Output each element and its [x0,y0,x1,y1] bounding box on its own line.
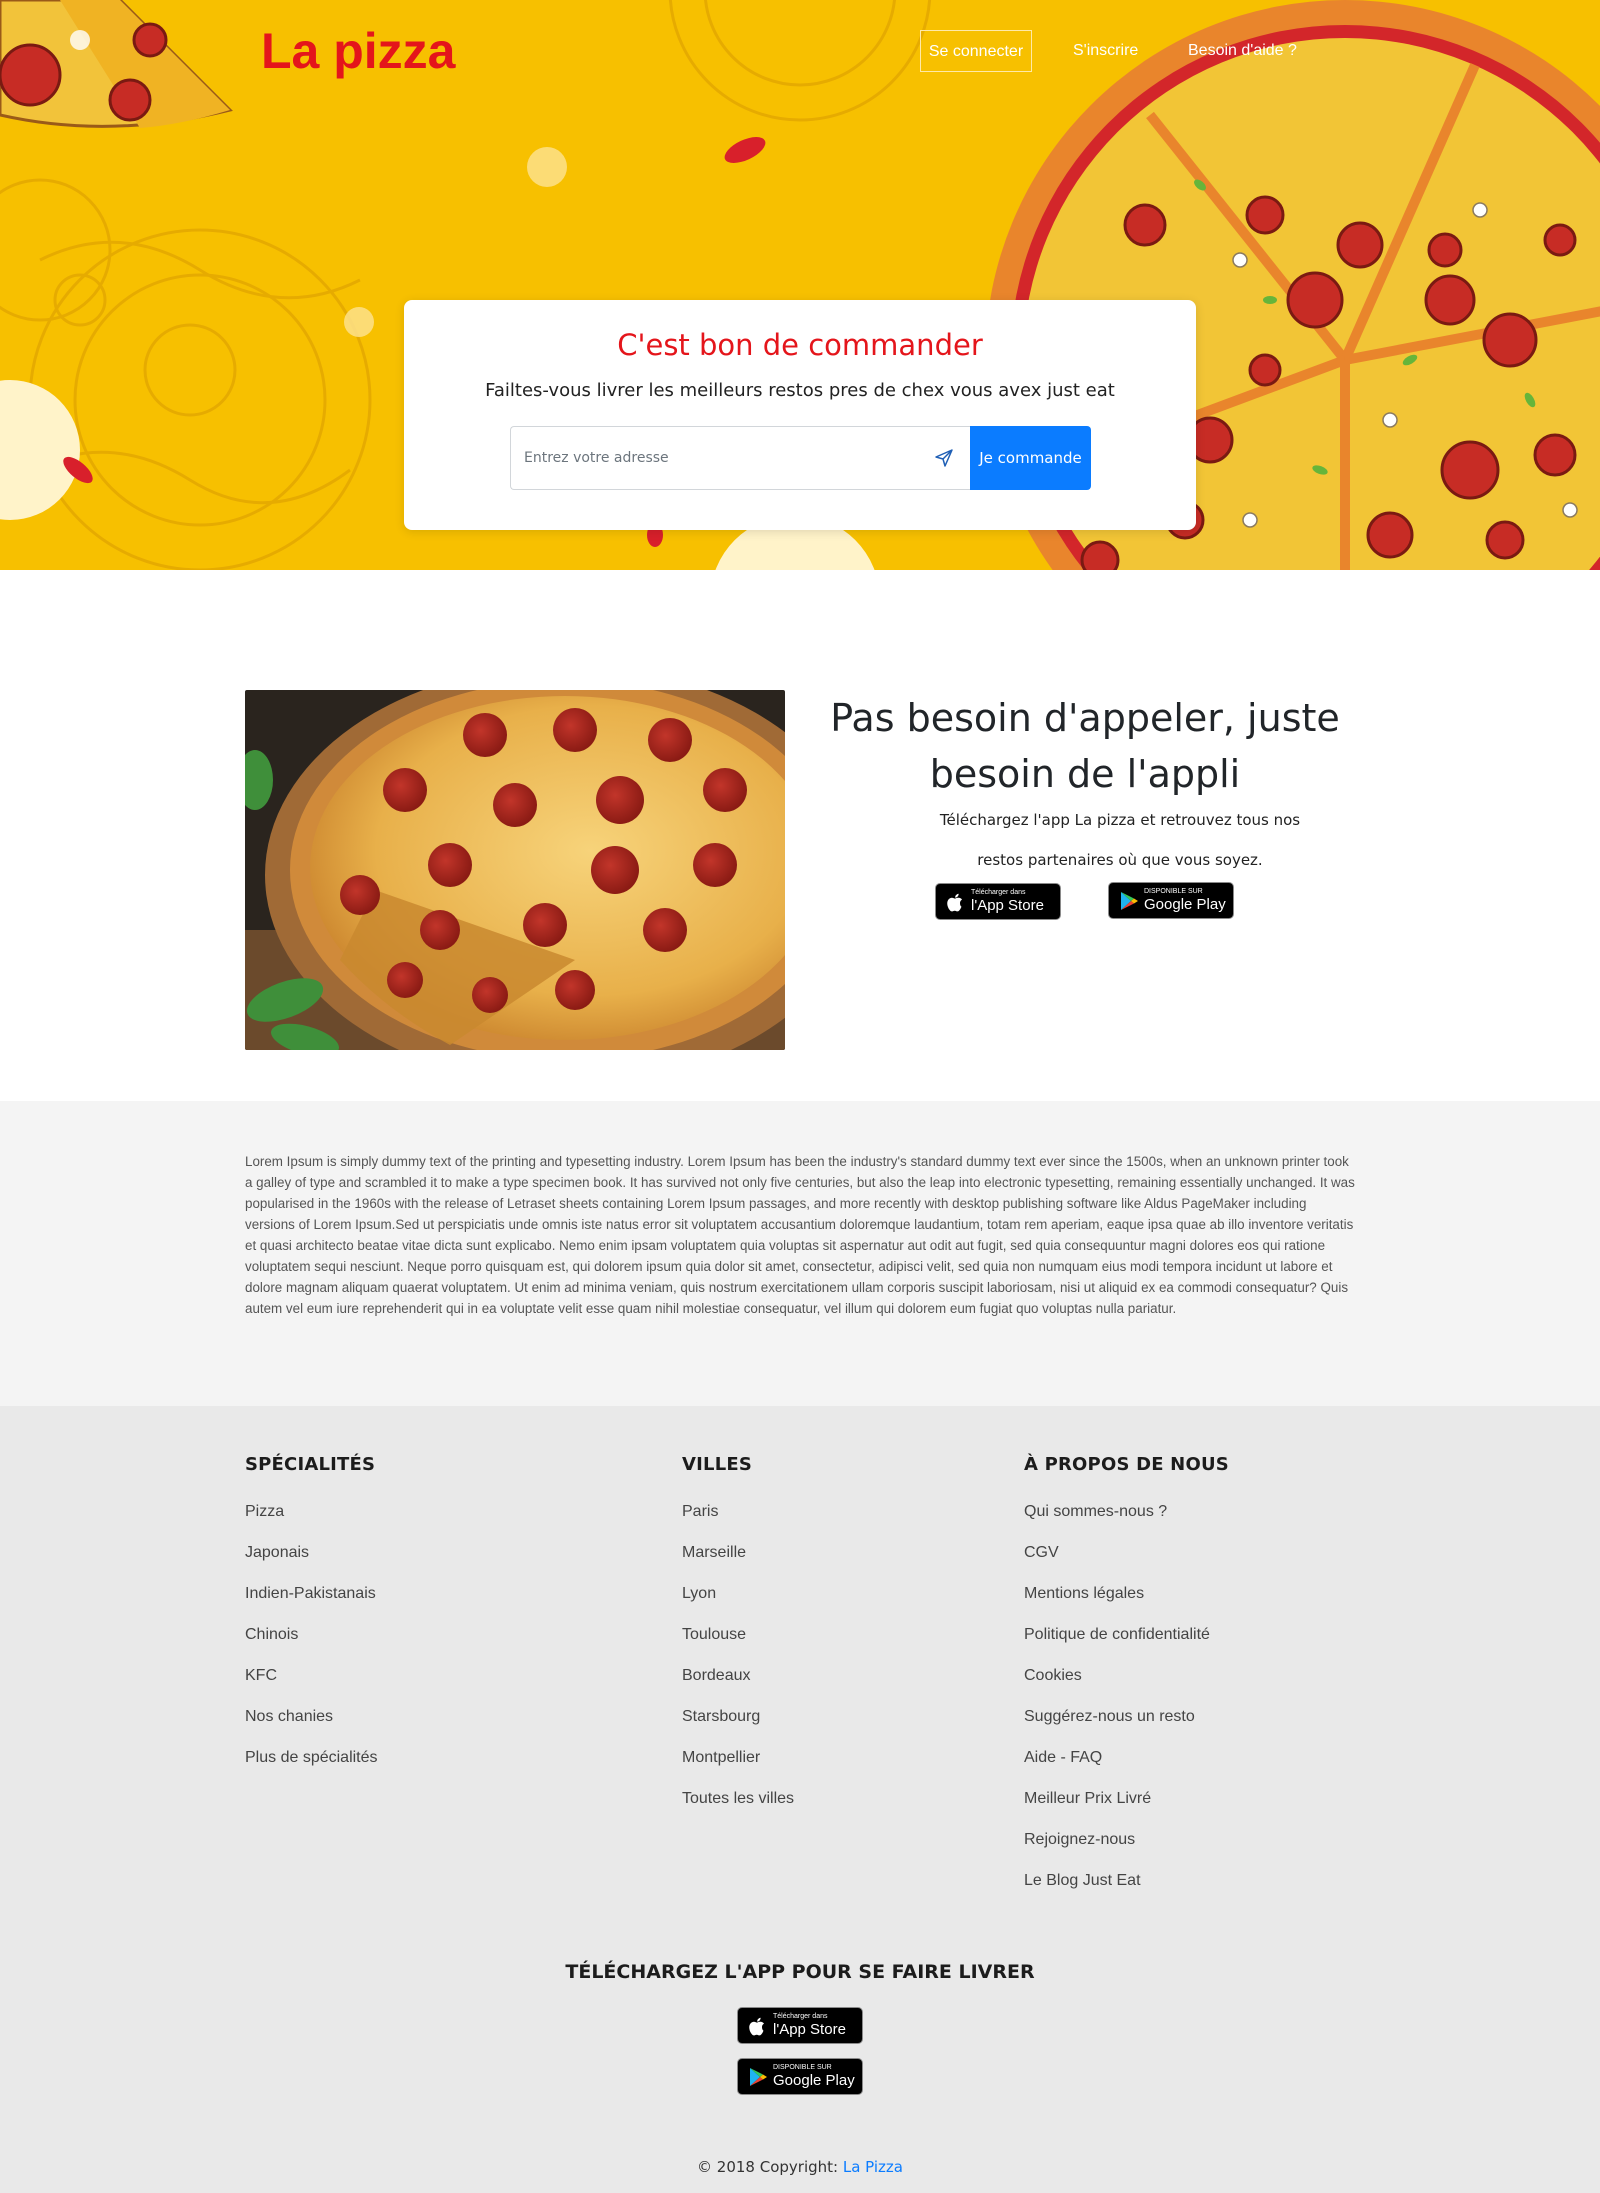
app-store-small-label: Télécharger dans [773,2013,828,2020]
app-store-label: l'App Store [971,897,1044,914]
footer-google-play-badge[interactable]: DISPONIBLE SUR Google Play [737,2058,863,2095]
footer-link-specialty[interactable]: Chinois [245,1626,298,1643]
footer-cities: VILLES Paris Marseille Lyon Toulouse Bor… [682,1454,794,1829]
footer-link-about[interactable]: Cookies [1024,1667,1082,1684]
google-play-small-label: DISPONIBLE SUR [1144,888,1203,895]
footer-link-city[interactable]: Montpellier [682,1749,760,1766]
app-section: Pas besoin d'appeler, juste besoin de l'… [0,570,1600,1101]
order-submit-button[interactable]: Je commande [970,426,1091,490]
footer-about-title: À PROPOS DE NOUS [1024,1454,1229,1475]
footer-link-specialty[interactable]: Nos chanies [245,1708,333,1725]
footer-link-about[interactable]: Le Blog Just Eat [1024,1872,1141,1889]
pizza-photo [245,690,785,1050]
app-store-label: l'App Store [773,2021,846,2038]
footer-link-specialty[interactable]: Japonais [245,1544,309,1561]
google-play-label: Google Play [1144,896,1226,913]
footer-link-about[interactable]: Rejoignez-nous [1024,1831,1135,1848]
footer-link-about[interactable]: Meilleur Prix Livré [1024,1790,1151,1807]
send-icon[interactable] [934,448,954,468]
footer-link-specialty[interactable]: Indien-Pakistanais [245,1585,376,1602]
apple-icon [749,2017,764,2036]
footer-link-about[interactable]: Qui sommes-nous ? [1024,1503,1167,1520]
nav-help-link[interactable]: Besoin d'aide ? [1188,30,1297,72]
google-play-icon [750,2068,767,2086]
info-section: Lorem Ipsum is simply dummy text of the … [0,1101,1600,1406]
footer-specialties: SPÉCIALITÉS Pizza Japonais Indien-Pakist… [245,1454,378,1788]
app-store-small-label: Télécharger dans [971,889,1026,896]
copyright-text: © 2018 Copyright: [697,2158,843,2176]
order-subtitle: Failtes-vous livrer les meilleurs restos… [485,380,1115,401]
address-input[interactable] [510,426,970,490]
download-app-title: TÉLÉCHARGEZ L'APP POUR SE FAIRE LIVRER [565,1961,1035,1983]
footer-link-about[interactable]: Politique de confidentialité [1024,1626,1210,1643]
footer: SPÉCIALITÉS Pizza Japonais Indien-Pakist… [0,1406,1600,2193]
google-play-icon [1121,892,1138,910]
google-play-label: Google Play [773,2072,855,2089]
footer-link-specialty[interactable]: Plus de spécialités [245,1749,378,1766]
app-description: Téléchargez l'app La pizza et retrouvez … [939,811,1301,869]
footer-link-city[interactable]: Starsbourg [682,1708,760,1725]
info-paragraph: Lorem Ipsum is simply dummy text of the … [245,1154,1355,1316]
footer-link-city[interactable]: Paris [682,1503,718,1520]
google-play-small-label: DISPONIBLE SUR [773,2064,832,2071]
footer-link-city[interactable]: Marseille [682,1544,746,1561]
app-store-badge[interactable]: Télécharger dans l'App Store [935,883,1061,920]
copyright: © 2018 Copyright: La Pizza [0,2158,1600,2176]
footer-link-about[interactable]: Aide - FAQ [1024,1749,1102,1766]
footer-link-city[interactable]: Toutes les villes [682,1790,794,1807]
footer-link-about[interactable]: Mentions légales [1024,1585,1144,1602]
hero-section: La pizza Se connecter S'inscrire Besoin … [0,0,1600,570]
footer-link-city[interactable]: Lyon [682,1585,716,1602]
footer-link-specialty[interactable]: KFC [245,1667,277,1684]
footer-specialties-title: SPÉCIALITÉS [245,1454,376,1475]
footer-link-city[interactable]: Toulouse [682,1626,746,1643]
footer-link-specialty[interactable]: Pizza [245,1503,284,1520]
footer-cities-title: VILLES [682,1454,753,1475]
footer-about: À PROPOS DE NOUS Qui sommes-nous ? CGV M… [1024,1454,1229,1911]
address-form: Je commande [510,426,1091,490]
footer-link-about[interactable]: Suggérez-nous un resto [1024,1708,1195,1725]
order-card: C'est bon de commander Failtes-vous livr… [404,300,1196,530]
apple-icon [947,893,962,912]
top-nav: Se connecter S'inscrire Besoin d'aide ? [0,30,1600,72]
footer-app-store-badge[interactable]: Télécharger dans l'App Store [737,2007,863,2044]
nav-signup-link[interactable]: S'inscrire [1073,30,1138,72]
app-title: Pas besoin d'appeler, juste besoin de l'… [830,696,1340,796]
google-play-badge[interactable]: DISPONIBLE SUR Google Play [1108,882,1234,919]
order-title: C'est bon de commander [617,328,983,362]
footer-link-city[interactable]: Bordeaux [682,1667,751,1684]
nav-login-link[interactable]: Se connecter [920,30,1032,72]
copyright-link[interactable]: La Pizza [843,2158,903,2176]
footer-link-about[interactable]: CGV [1024,1544,1059,1561]
